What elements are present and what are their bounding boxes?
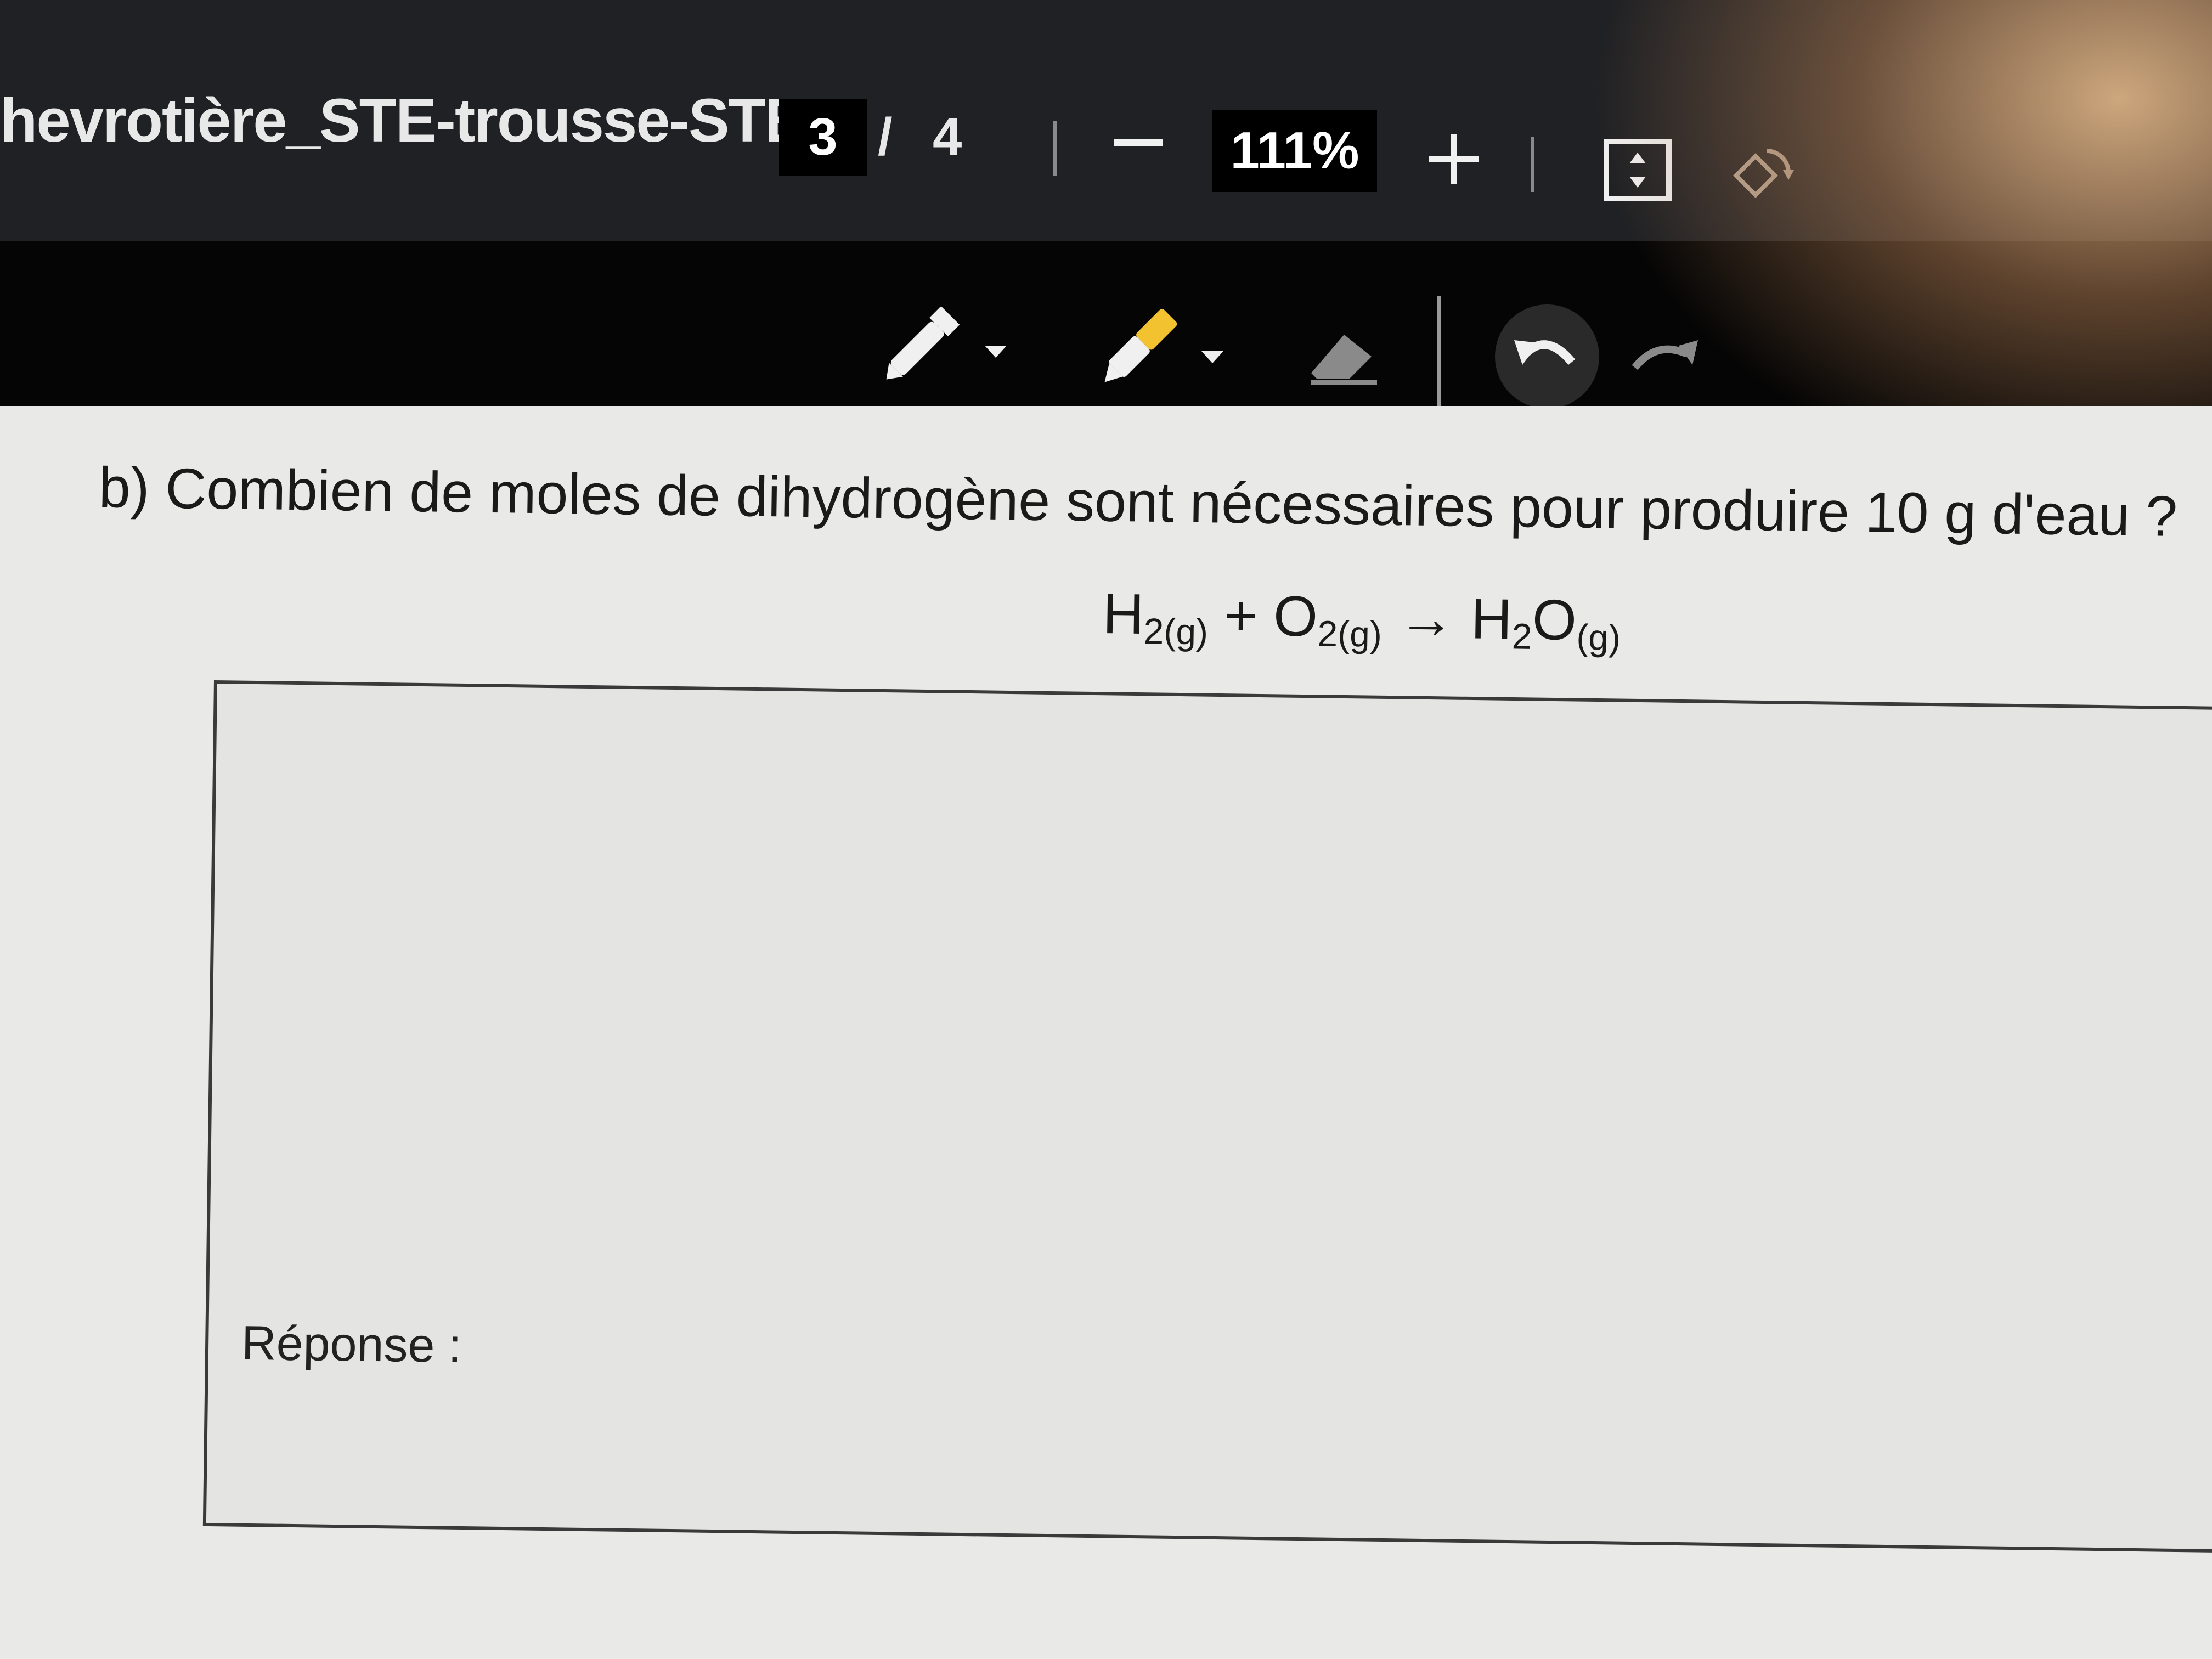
total-pages: 4	[933, 108, 962, 166]
fit-page-icon	[1604, 139, 1672, 201]
equation-reactant2: O	[1273, 584, 1318, 649]
rotate-button[interactable]	[1728, 137, 1799, 208]
answer-label: Réponse :	[241, 1315, 462, 1373]
equation-product: H	[1470, 587, 1513, 652]
current-page-input[interactable]: 3	[779, 99, 867, 176]
annotation-toolbar	[0, 241, 2212, 409]
rotate-icon	[1733, 149, 1794, 199]
eraser-tool-button[interactable]	[1300, 318, 1383, 390]
equation-plus: +	[1223, 584, 1258, 648]
pen-tool-button[interactable]	[872, 306, 1026, 395]
fit-page-button[interactable]	[1602, 137, 1673, 203]
toolbar-divider	[1053, 121, 1057, 176]
zoom-in-button[interactable]	[1421, 126, 1487, 192]
plus-icon	[1429, 134, 1479, 184]
undo-button[interactable]	[1492, 302, 1602, 411]
chemical-equation: H2(g) + O2(g) → H2O(g)	[1102, 582, 1621, 658]
pdf-toolbar: hevrotière_STE-trousse-STE... 3 / 4 111%	[0, 0, 2212, 241]
zoom-level-input[interactable]: 111%	[1212, 110, 1377, 192]
highlighter-icon	[1104, 309, 1223, 382]
equation-reactant1-sub: 2(g)	[1143, 611, 1209, 652]
toolbar-divider	[1531, 137, 1534, 192]
chevron-down-icon	[985, 346, 1007, 358]
equation-product-sub: (g)	[1576, 617, 1621, 658]
highlighter-tool-button[interactable]	[1092, 307, 1240, 395]
toolbar-divider	[1437, 296, 1441, 406]
equation-arrow: →	[1397, 586, 1456, 651]
page-separator: /	[878, 108, 893, 166]
equation-product-end: O	[1532, 588, 1577, 653]
redo-icon	[1632, 340, 1698, 370]
undo-icon	[1495, 304, 1599, 409]
redo-button[interactable]	[1624, 318, 1712, 384]
equation-reactant1: H	[1102, 582, 1144, 647]
zoom-out-button[interactable]	[1103, 110, 1169, 176]
eraser-icon	[1311, 335, 1377, 385]
chevron-down-icon	[1201, 351, 1223, 363]
answer-box[interactable]: Réponse :	[202, 680, 2212, 1554]
equation-product-mid-sub: 2	[1511, 616, 1533, 657]
file-title: hevrotière_STE-trousse-STE...	[0, 86, 854, 155]
equation-reactant2-sub: 2(g)	[1317, 613, 1383, 655]
minus-icon	[1114, 139, 1163, 146]
pen-icon	[886, 306, 1007, 380]
